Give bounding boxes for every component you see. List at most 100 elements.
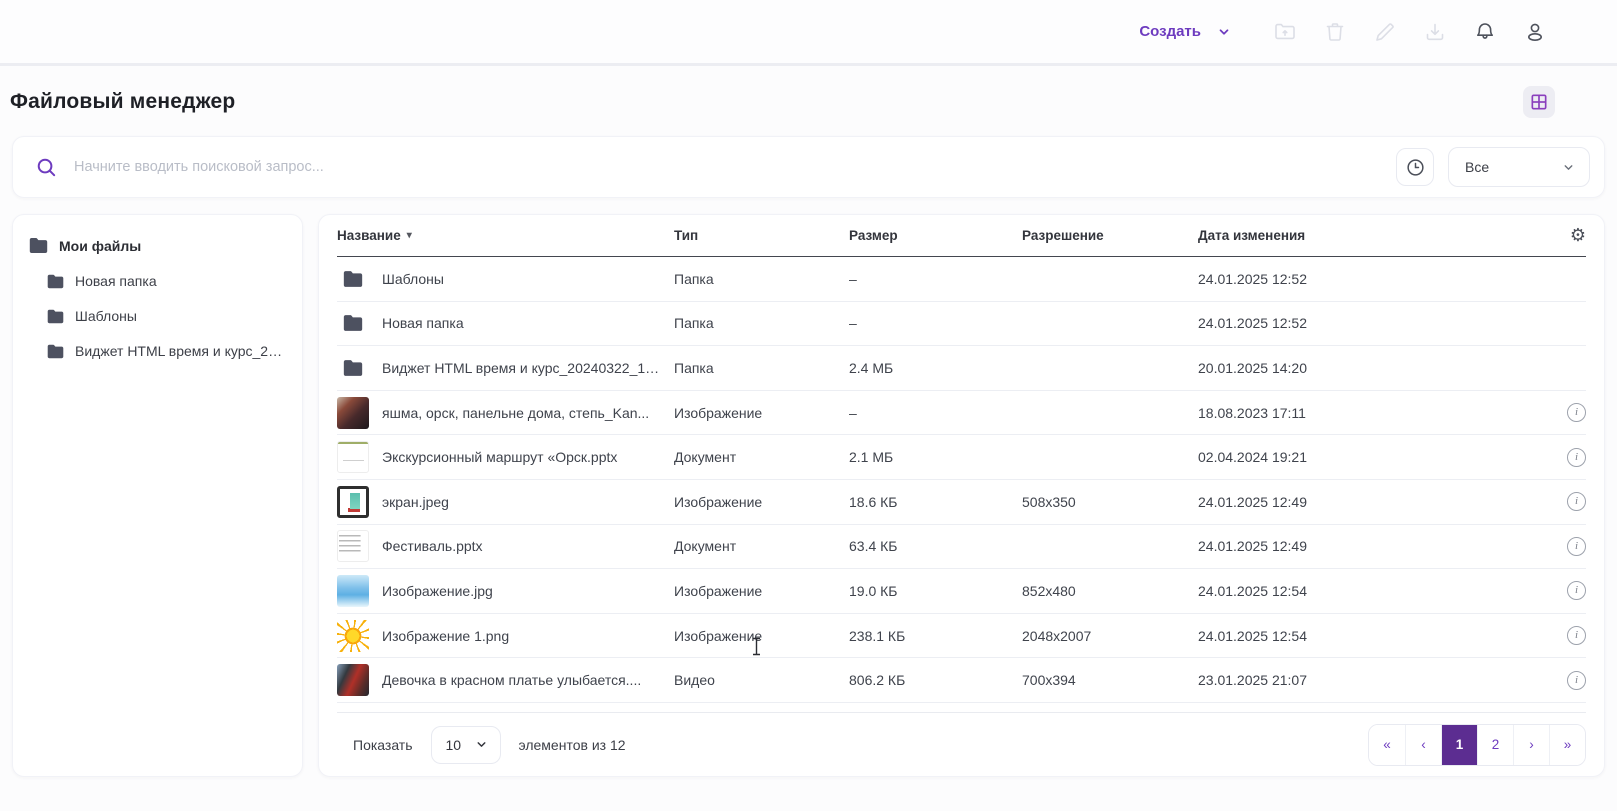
file-size: 806.2 КБ	[849, 672, 1022, 688]
pagination-page-1-button[interactable]: 1	[1441, 725, 1477, 765]
file-date: 24.01.2025 12:49	[1198, 494, 1544, 510]
row-icon	[337, 263, 369, 295]
info-icon[interactable]: i	[1567, 537, 1586, 556]
pencil-icon[interactable]	[1371, 18, 1399, 46]
file-size: –	[849, 405, 1022, 421]
file-name-cell[interactable]: Экскурсионный маршрут «Орск.pptx	[337, 441, 674, 473]
sort-caret-icon: ▾	[407, 230, 412, 241]
row-icon	[337, 530, 369, 562]
row-icon	[337, 575, 369, 607]
table-row[interactable]: Новая папка Папка – 24.01.2025 12:52 i	[337, 302, 1586, 347]
column-label: Разрешение	[1022, 228, 1104, 243]
table-row[interactable]: Экскурсионный маршрут «Орск.pptx Докумен…	[337, 435, 1586, 480]
file-name-cell[interactable]: Изображение.jpg	[337, 575, 674, 607]
table-row[interactable]: Шаблоны Папка – 24.01.2025 12:52 i	[337, 257, 1586, 302]
table-row[interactable]: Изображение.jpg Изображение 19.0 КБ 852x…	[337, 569, 1586, 614]
column-label: Название	[337, 228, 401, 243]
file-date: 24.01.2025 12:49	[1198, 538, 1544, 554]
pagination-last-button[interactable]: »	[1549, 725, 1585, 765]
grid-view-toggle-button[interactable]	[1523, 86, 1555, 118]
file-name-cell[interactable]: Девочка в красном платье улыбается....	[337, 664, 674, 696]
file-name[interactable]: Новая папка	[382, 315, 474, 331]
pagination-next-button[interactable]: ›	[1513, 725, 1549, 765]
column-header-name[interactable]: Название ▾	[337, 228, 674, 243]
items-count-label: элементов из 12	[519, 737, 626, 753]
download-icon[interactable]	[1421, 18, 1449, 46]
file-size: 18.6 КБ	[849, 494, 1022, 510]
file-size: 19.0 КБ	[849, 583, 1022, 599]
table-row[interactable]: яшма, орск, панельне дома, степь_Kan... …	[337, 391, 1586, 436]
page-size-value: 10	[446, 737, 462, 753]
file-name-cell[interactable]: экран.jpeg	[337, 486, 674, 518]
file-size: –	[849, 271, 1022, 287]
user-icon[interactable]	[1521, 18, 1549, 46]
info-icon[interactable]: i	[1567, 403, 1586, 422]
file-date: 20.01.2025 14:20	[1198, 360, 1544, 376]
clock-icon	[1405, 157, 1426, 178]
file-name-cell[interactable]: Виджет HTML время и курс_20240322_160...	[337, 352, 674, 384]
file-name[interactable]: экран.jpeg	[382, 494, 459, 510]
info-icon[interactable]: i	[1567, 492, 1586, 511]
table-settings-gear-icon[interactable]: ⚙	[1570, 227, 1586, 245]
file-name-cell[interactable]: Фестиваль.pptx	[337, 530, 674, 562]
column-header-size[interactable]: Размер	[849, 228, 1022, 243]
file-name[interactable]: Шаблоны	[382, 271, 454, 287]
table-row[interactable]: экран.jpeg Изображение 18.6 КБ 508x350 2…	[337, 480, 1586, 525]
file-name[interactable]: Изображение 1.png	[382, 628, 519, 644]
file-resolution: 852x480	[1022, 583, 1198, 599]
sidebar-item-new-folder[interactable]: Новая папка	[47, 273, 286, 289]
folder-icon	[47, 309, 64, 324]
bell-icon[interactable]	[1471, 18, 1499, 46]
sidebar-item-my-files[interactable]: Мои файлы	[29, 237, 286, 254]
file-type: Документ	[674, 538, 849, 554]
column-header-date[interactable]: Дата изменения	[1198, 228, 1544, 243]
file-date: 23.01.2025 21:07	[1198, 672, 1544, 688]
row-icon	[337, 397, 369, 429]
table-row[interactable]: Фестиваль.pptx Документ 63.4 КБ 24.01.20…	[337, 525, 1586, 570]
file-name-cell[interactable]: Шаблоны	[337, 263, 674, 295]
table-footer: Показать 10 элементов из 12 « ‹ 1 2 › »	[337, 712, 1586, 776]
create-button[interactable]: Создать	[1139, 23, 1231, 40]
main-content: Мои файлы Новая папка Шаблоны Виджет HTM…	[12, 214, 1605, 777]
row-icon	[337, 352, 369, 384]
file-name[interactable]: Изображение.jpg	[382, 583, 503, 599]
file-type: Изображение	[674, 628, 849, 644]
file-name[interactable]: Фестиваль.pptx	[382, 538, 493, 554]
file-name-cell[interactable]: яшма, орск, панельне дома, степь_Kan...	[337, 397, 674, 429]
info-icon[interactable]: i	[1567, 448, 1586, 467]
pagination-prev-button[interactable]: ‹	[1405, 725, 1441, 765]
pagination-page-2-button[interactable]: 2	[1477, 725, 1513, 765]
file-type: Документ	[674, 449, 849, 465]
folder-upload-icon[interactable]	[1271, 18, 1299, 46]
file-type-filter-select[interactable]: Все	[1448, 147, 1590, 187]
info-icon[interactable]: i	[1567, 626, 1586, 645]
file-resolution: 508x350	[1022, 494, 1198, 510]
file-name[interactable]: яшма, орск, панельне дома, степь_Kan...	[382, 405, 659, 421]
file-date: 24.01.2025 12:52	[1198, 271, 1544, 287]
history-clock-button[interactable]	[1396, 148, 1434, 186]
page-size-select[interactable]: 10	[431, 726, 501, 764]
search-input[interactable]	[74, 159, 1396, 175]
column-header-type[interactable]: Тип	[674, 228, 849, 243]
page-head: Файловый менеджер	[10, 86, 1555, 118]
sidebar-item-templates[interactable]: Шаблоны	[47, 308, 286, 324]
file-name-cell[interactable]: Изображение 1.png	[337, 620, 674, 652]
info-icon[interactable]: i	[1567, 581, 1586, 600]
trash-icon[interactable]	[1321, 18, 1349, 46]
table-row[interactable]: Виджет HTML время и курс_20240322_160...…	[337, 346, 1586, 391]
pagination-first-button[interactable]: «	[1369, 725, 1405, 765]
table-row[interactable]: Изображение 1.png Изображение 238.1 КБ 2…	[337, 614, 1586, 659]
column-label: Размер	[849, 228, 898, 243]
column-header-resolution[interactable]: Разрешение	[1022, 228, 1198, 243]
column-label: Тип	[674, 228, 698, 243]
sidebar-item-widget[interactable]: Виджет HTML время и курс_20240...	[47, 343, 286, 359]
file-name-cell[interactable]: Новая папка	[337, 307, 674, 339]
file-name[interactable]: Виджет HTML время и курс_20240322_160...	[382, 360, 674, 376]
pagination: « ‹ 1 2 › »	[1368, 724, 1586, 766]
file-name[interactable]: Экскурсионный маршрут «Орск.pptx	[382, 449, 627, 465]
info-icon[interactable]: i	[1567, 671, 1586, 690]
table-row[interactable]: Девочка в красном платье улыбается.... В…	[337, 658, 1586, 703]
table-header: Название ▾ Тип Размер Разрешение Дата из…	[337, 215, 1586, 257]
sidebar-item-label: Виджет HTML время и курс_20240...	[75, 343, 286, 359]
file-name[interactable]: Девочка в красном платье улыбается....	[382, 672, 651, 688]
